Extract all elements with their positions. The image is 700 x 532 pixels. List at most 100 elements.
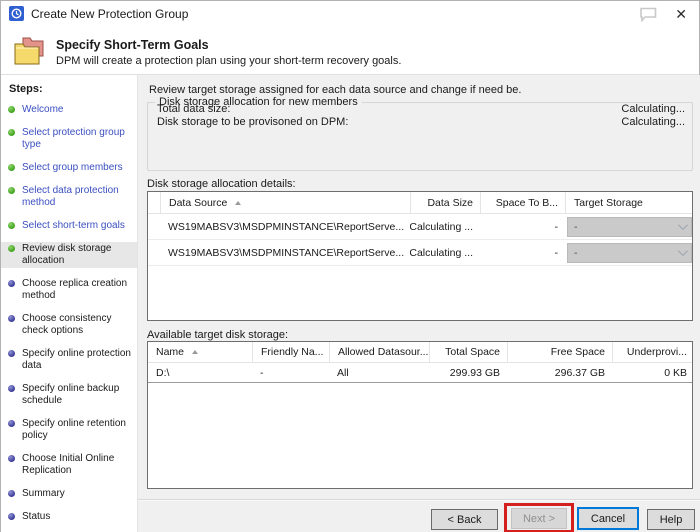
sidebar-step[interactable]: Select short-term goals [1,219,137,233]
step-label: Choose replica creation method [22,278,128,301]
table-cell-underprovisioned: 0 KB [664,366,687,379]
row-selector-column [148,192,160,213]
column-header-label: Allowed Datasour... [338,346,429,358]
step-bullet-icon [8,420,15,427]
sidebar-step[interactable]: Select protection group type [1,126,137,152]
column-header-label: Free Space [550,346,605,358]
step-label[interactable]: Select group members [22,162,123,173]
step-label[interactable]: Welcome [22,104,64,115]
column-header-label: Space To B... [495,196,558,209]
titlebar: Create New Protection Group ✕ [1,1,699,27]
available-target-disk-storage-table: Name Friendly Na... Allowed Datasour... Tot… [147,341,693,489]
help-button[interactable]: Help [647,509,695,530]
table-header-row: Data Source Data Size Space To B... Target … [148,192,692,214]
step-bullet-icon [8,187,15,194]
column-header[interactable]: Name [148,342,252,362]
back-button[interactable]: < Back [431,509,498,530]
step-label[interactable]: Select data protection method [22,185,119,208]
page-title: Specify Short-Term Goals [56,38,209,52]
sidebar-step: Choose replica creation method [1,277,137,303]
provisioned-storage-row: Disk storage to be provisoned on DPM: Ca… [157,116,685,128]
sidebar-step[interactable]: Welcome [1,103,137,117]
step-bullet-icon [8,350,15,357]
row-selector-cell [148,214,160,239]
table-cell-data-source: WS19MABSV3\MSDPMINSTANCE\ReportServe... [168,246,405,259]
step-bullet-icon [8,106,15,113]
step-label[interactable]: Select protection group type [22,127,125,150]
table-cell-total-space: 299.93 GB [449,366,500,379]
step-label: Summary [22,488,65,499]
column-header-label: Data Source [169,196,228,209]
disk-allocation-details-table: Data Source Data Size Space To B... Target … [147,191,693,321]
target-storage-dropdown[interactable]: - [567,216,692,237]
steps-sidebar: Steps: Welcome Select protection group ty… [1,75,138,532]
disk-allocation-groupbox: Disk storage allocation for new members … [147,96,693,171]
footer-separator [138,499,700,501]
step-label: Status [22,511,51,522]
column-header[interactable]: Total Space [429,342,507,362]
table-cell-name: D:\ [156,366,170,379]
column-header-label: Friendly Na... [261,346,324,358]
sidebar-step: Review disk storage allocation [1,242,137,268]
column-header[interactable]: Space To B... [480,192,565,213]
total-data-size-label: Total data size: [157,103,231,115]
table-cell-target-storage: - [565,240,692,265]
provisioned-storage-label: Disk storage to be provisoned on DPM: [157,116,349,128]
window-title: Create New Protection Group [31,7,189,21]
chevron-down-icon [677,220,688,231]
total-data-size-row: Total data size: Calculating... [157,103,685,115]
close-icon[interactable]: ✕ [675,5,687,23]
steps-list: Welcome Select protection group type Selec… [1,103,137,524]
table-cell-data-source: WS19MABSV3\MSDPMINSTANCE\ReportServe... [168,220,405,233]
table-row[interactable]: WS19MABSV3\MSDPMINSTANCE\ReportServe... C… [148,214,692,240]
column-header[interactable]: Data Source [160,192,410,213]
step-label: Review disk storage allocation [22,243,112,266]
dropdown-selected-value: - [574,246,578,259]
protection-group-folders-icon [14,37,44,65]
column-header[interactable]: Allowed Datasour... [329,342,429,362]
column-header-label: Name [156,346,185,358]
sidebar-step[interactable]: Select data protection method [1,184,137,210]
feedback-bubble-icon[interactable] [639,7,657,22]
table-row[interactable]: D:\ - All 299.93 GB 296.37 GB 0 KB [148,363,692,383]
dpm-app-icon [9,6,24,21]
dropdown-selected-value: - [574,220,578,233]
available-table-label: Available target disk storage: [147,329,289,341]
column-header[interactable]: Data Size [410,192,480,213]
column-header[interactable]: Underprovi... [612,342,692,362]
provisioned-storage-value: Calculating... [621,116,685,128]
sidebar-step: Choose consistency check options [1,312,137,338]
table-cell-friendly-name: - [260,366,264,379]
sidebar-step: Specify online retention policy [1,417,137,443]
target-storage-dropdown[interactable]: - [567,242,692,263]
wizard-header: Specify Short-Term Goals DPM will create… [1,27,699,75]
step-bullet-icon [8,513,15,520]
column-header[interactable]: Free Space [507,342,612,362]
table-cell-data-size: Calculating ... [410,220,473,233]
total-data-size-value: Calculating... [621,103,685,115]
chevron-down-icon [677,246,688,257]
details-table-label: Disk storage allocation details: [147,178,296,190]
table-cell-allowed-datasources: All [337,366,349,379]
step-bullet-icon [8,280,15,287]
sidebar-step: Specify online backup schedule [1,382,137,408]
column-header[interactable]: Target Storage [565,192,692,213]
sort-ascending-icon [235,200,242,205]
cancel-button[interactable]: Cancel [577,507,639,530]
column-header-label: Data Size [427,196,473,209]
step-bullet-icon [8,490,15,497]
table-cell-target-storage: - [565,214,692,239]
page-subtitle: DPM will create a protection plan using … [56,55,402,67]
step-label[interactable]: Select short-term goals [22,220,125,231]
sidebar-step: Status [1,510,137,524]
next-button[interactable]: Next > [511,508,567,529]
step-bullet-icon [8,129,15,136]
sidebar-step[interactable]: Select group members [1,161,137,175]
step-label: Specify online backup schedule [22,383,120,406]
intro-text: Review target storage assigned for each … [149,84,522,96]
create-new-protection-group-dialog: Create New Protection Group ✕ Specify Sh… [0,0,700,532]
sidebar-step: Choose Initial Online Replication [1,452,137,478]
column-header-label: Underprovi... [626,346,687,358]
column-header[interactable]: Friendly Na... [252,342,329,362]
table-row[interactable]: WS19MABSV3\MSDPMINSTANCE\ReportServe... C… [148,240,692,266]
